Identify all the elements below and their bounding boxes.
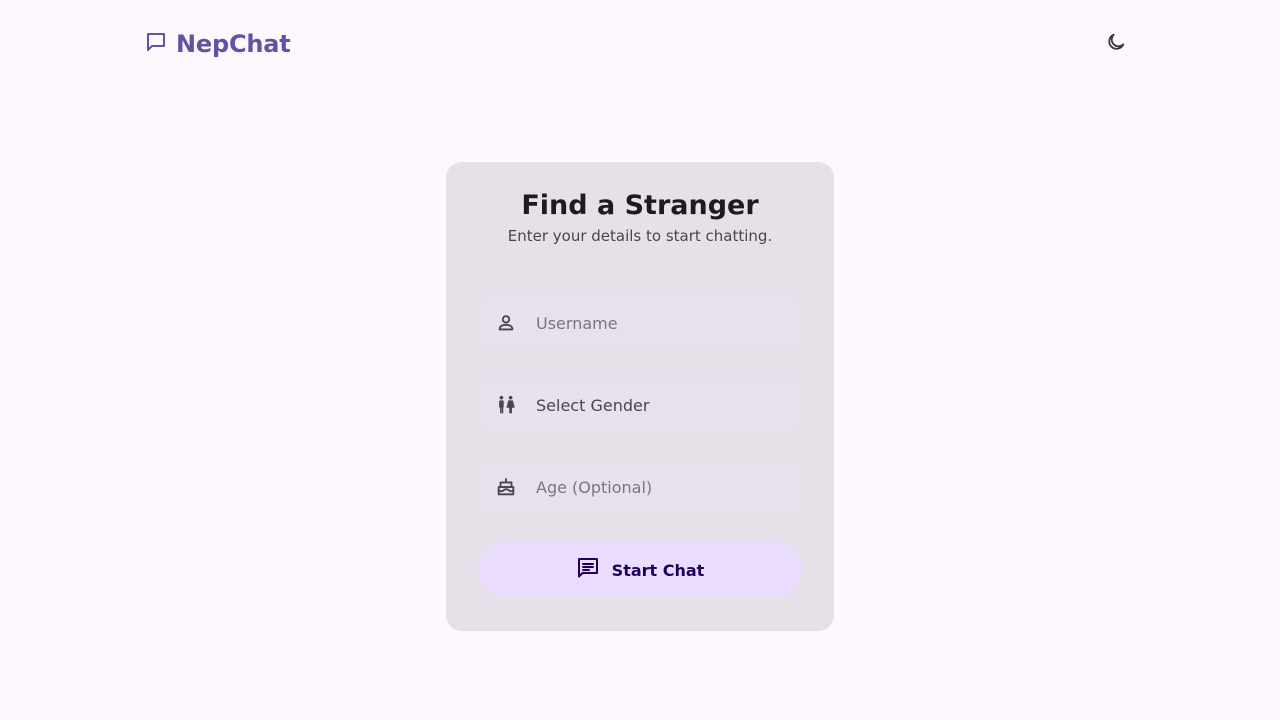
app-header: NepChat — [0, 0, 1280, 88]
chat-bubble-outline-icon — [144, 30, 168, 58]
age-placeholder: Age (Optional) — [536, 477, 653, 497]
gender-select-value: Select Gender — [536, 395, 650, 415]
cake-icon — [494, 475, 518, 499]
card-title: Find a Stranger — [521, 190, 759, 221]
person-icon — [494, 311, 518, 335]
start-chat-button[interactable]: Start Chat — [478, 542, 802, 598]
brand-logo-link[interactable]: NepChat — [144, 28, 291, 60]
card-subtitle: Enter your details to start chatting. — [507, 227, 773, 245]
age-field[interactable]: Age (Optional) — [478, 459, 802, 515]
username-field[interactable]: Username — [478, 295, 802, 351]
start-chat-label: Start Chat — [611, 560, 705, 580]
find-stranger-card: Find a Stranger Enter your details to st… — [446, 162, 834, 631]
brand-name: NepChat — [176, 30, 291, 58]
theme-toggle-button[interactable] — [1096, 24, 1136, 64]
gender-select[interactable]: Select Gender — [478, 377, 802, 433]
username-placeholder: Username — [536, 313, 618, 333]
chat-icon — [576, 556, 600, 584]
moon-icon — [1105, 31, 1127, 57]
wc-icon — [494, 393, 518, 417]
